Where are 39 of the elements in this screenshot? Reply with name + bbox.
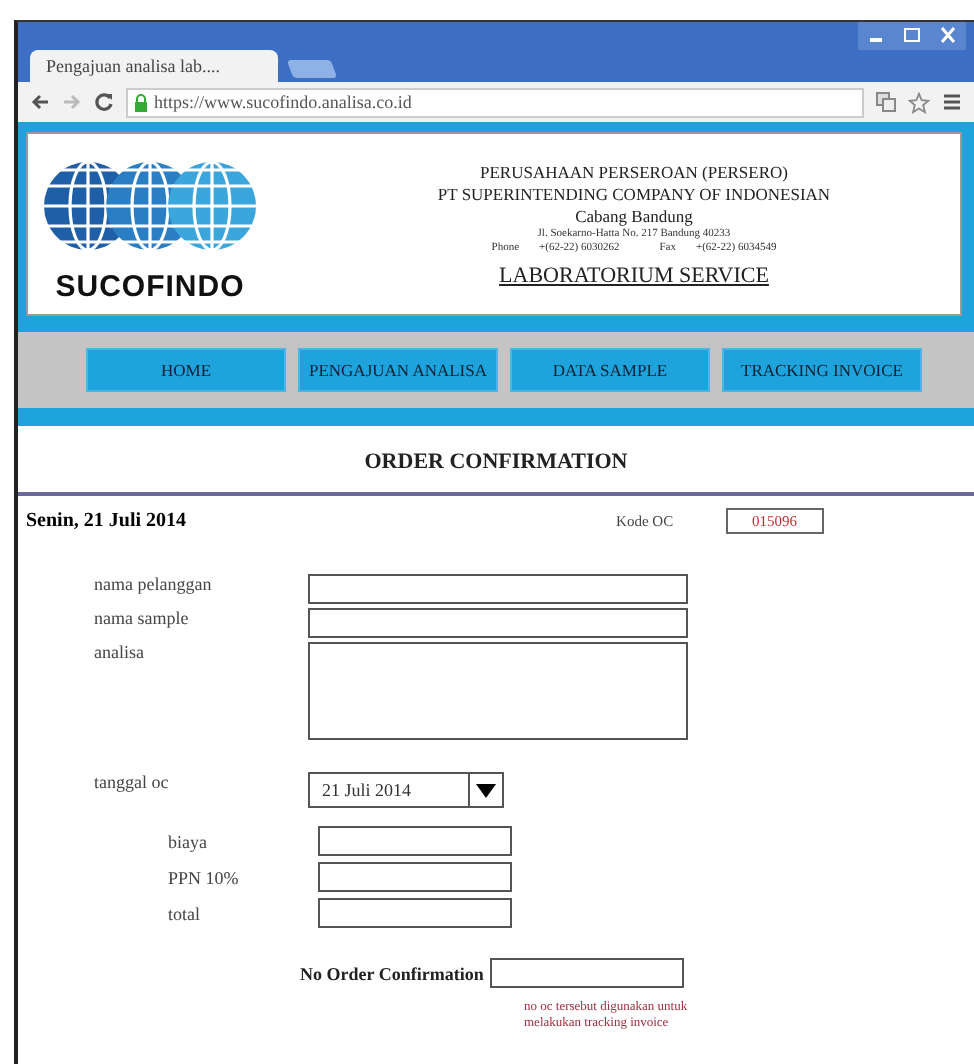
close-icon[interactable] — [930, 22, 966, 50]
nav-button[interactable]: PENGAJUAN ANALISA — [298, 348, 498, 392]
url-text: https://www.sucofindo.analisa.co.id — [154, 92, 412, 112]
nav-button[interactable]: TRACKING INVOICE — [722, 348, 922, 392]
input-field[interactable] — [308, 608, 688, 638]
browser-tab[interactable]: Pengajuan analisa lab.... — [30, 50, 278, 82]
nav-button[interactable]: HOME — [86, 348, 286, 392]
cost-label: total — [166, 903, 202, 923]
text-area[interactable] — [308, 642, 688, 740]
lock-icon — [134, 93, 148, 111]
nav-button[interactable]: DATA SAMPLE — [510, 348, 710, 392]
date-dropdown[interactable]: 21 Juli 2014 — [308, 772, 504, 808]
input-field[interactable] — [318, 826, 512, 856]
menu-icon[interactable] — [942, 92, 962, 112]
order-confirmation-label: No Order Confirmation — [300, 963, 484, 983]
reload-icon[interactable] — [94, 92, 114, 112]
caret-icon[interactable] — [476, 783, 496, 797]
input-field[interactable] — [308, 574, 688, 604]
star-icon[interactable] — [908, 91, 930, 113]
field-label: nama sample — [94, 608, 191, 628]
input-field[interactable] — [318, 862, 512, 892]
field-label: tanggal oc — [94, 772, 171, 792]
order-confirmation-field[interactable] — [489, 958, 684, 988]
company-line: Cabang Bandung — [575, 205, 693, 226]
field-label: nama pelanggan — [94, 574, 214, 594]
back-icon[interactable] — [30, 92, 50, 112]
service-title: LABORATORIUM SERVICE — [499, 263, 769, 287]
cost-label: biaya — [166, 831, 209, 851]
page-title: ORDER CONFIRMATION — [18, 426, 974, 496]
company-line: PT SUPERINTENDING COMPANY OF INDONESIAN — [437, 183, 831, 205]
input-field[interactable] — [318, 898, 512, 928]
cost-label: PPN 10% — [166, 867, 241, 887]
translate-icon[interactable] — [876, 92, 896, 112]
address-bar[interactable]: https://www.sucofindo.analisa.co.id — [126, 87, 864, 117]
logo-text: SUCOFINDO — [55, 269, 245, 303]
field-label: analisa — [94, 642, 146, 662]
minimize-icon[interactable] — [858, 22, 894, 50]
company-line: PERUSAHAAN PERSEROAN (PERSERO) — [480, 161, 788, 183]
date-text: Senin, 21 Juli 2014 — [26, 510, 187, 532]
